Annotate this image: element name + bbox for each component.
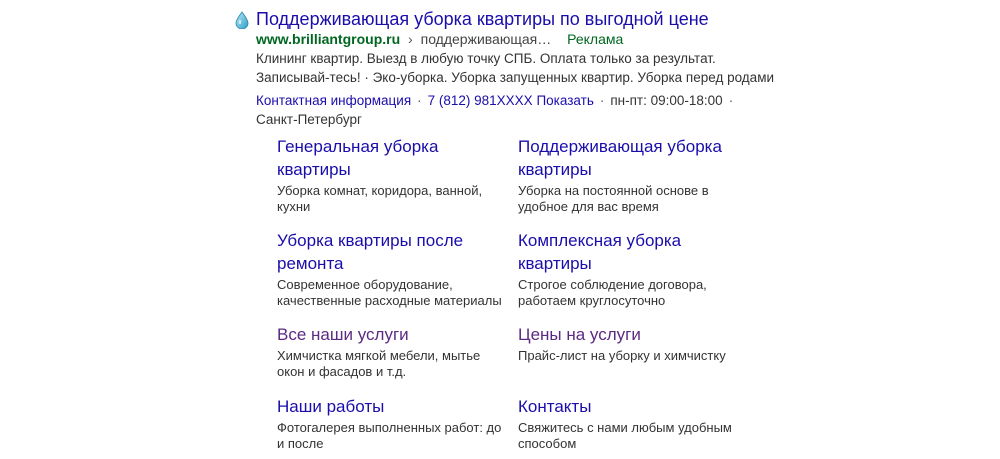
sitelink-description: Фотогалерея выполненных работ: до и посл… bbox=[277, 420, 502, 451]
ad-label: Реклама bbox=[567, 31, 624, 47]
sitelink-description: Прайс-лист на уборку и химчистку bbox=[518, 348, 726, 363]
water-drop-icon bbox=[235, 11, 249, 29]
sitelink-title[interactable]: Цены на услуги bbox=[518, 323, 748, 346]
sitelink: Комплексная уборка квартиры Строгое собл… bbox=[518, 229, 748, 309]
ad-title-link[interactable]: Поддерживающая уборка квартиры по выгодн… bbox=[256, 8, 709, 30]
ad-contacts: Контактная информация · 7 (812) 981XXXX По… bbox=[256, 91, 816, 129]
sitelink-description: Свяжитесь с нами любым удобным способом bbox=[518, 420, 732, 451]
breadcrumb-separator: › bbox=[408, 31, 413, 47]
separator-dot: · bbox=[728, 93, 734, 108]
sitelink: Все наши услуги Химчистка мягкой мебели,… bbox=[277, 323, 507, 380]
working-hours: пн-пт: 09:00-18:00 bbox=[610, 93, 723, 108]
ad-url-path[interactable]: поддерживающая… bbox=[421, 31, 552, 47]
ad-url-line: www.brilliantgroup.ru › поддерживающая… … bbox=[256, 30, 623, 48]
sitelink-description: Уборка комнат, коридора, ванной, кухни bbox=[277, 183, 483, 214]
contact-info-link[interactable]: Контактная информация bbox=[256, 93, 411, 108]
sitelink-title[interactable]: Все наши услуги bbox=[277, 323, 507, 346]
sitelink: Уборка квартиры после ремонта Современно… bbox=[277, 229, 507, 309]
city: Санкт-Петербург bbox=[256, 112, 362, 127]
sitelink-title[interactable]: Комплексная уборка квартиры bbox=[518, 229, 748, 275]
sitelink: Поддерживающая уборка квартиры Уборка на… bbox=[518, 135, 748, 215]
phone-number: 7 (812) 981XXXX bbox=[427, 93, 533, 108]
sitelink-description: Современное оборудование, качественные р… bbox=[277, 277, 502, 308]
separator-dot: · bbox=[599, 93, 605, 108]
sitelink-title[interactable]: Контакты bbox=[518, 395, 748, 418]
sitelink: Цены на услуги Прайс-лист на уборку и хи… bbox=[518, 323, 748, 364]
sitelink-title[interactable]: Наши работы bbox=[277, 395, 507, 418]
ad-description: Клининг квартир. Выезд в любую точку СПБ… bbox=[256, 51, 775, 85]
separator-dot: · bbox=[417, 93, 422, 108]
sitelink-description: Химчистка мягкой мебели, мытье окон и фа… bbox=[277, 348, 481, 379]
sitelink-description: Уборка на постоянной основе в удобное дл… bbox=[518, 183, 709, 214]
sitelink: Наши работы Фотогалерея выполненных рабо… bbox=[277, 395, 507, 452]
show-phone-label: Показать bbox=[536, 93, 594, 108]
sitelink-title[interactable]: Уборка квартиры после ремонта bbox=[277, 229, 507, 275]
sitelink: Генеральная уборка квартиры Уборка комна… bbox=[277, 135, 507, 215]
sitelink-title[interactable]: Генеральная уборка квартиры bbox=[277, 135, 507, 181]
sitelink-description: Строгое соблюдение договора, работаем кр… bbox=[518, 277, 707, 308]
ad-domain[interactable]: www.brilliantgroup.ru bbox=[256, 31, 400, 47]
phone-link[interactable]: 7 (812) 981XXXX Показать bbox=[428, 93, 594, 108]
sitelink-title[interactable]: Поддерживающая уборка квартиры bbox=[518, 135, 748, 181]
sitelink: Контакты Свяжитесь с нами любым удобным … bbox=[518, 395, 748, 452]
